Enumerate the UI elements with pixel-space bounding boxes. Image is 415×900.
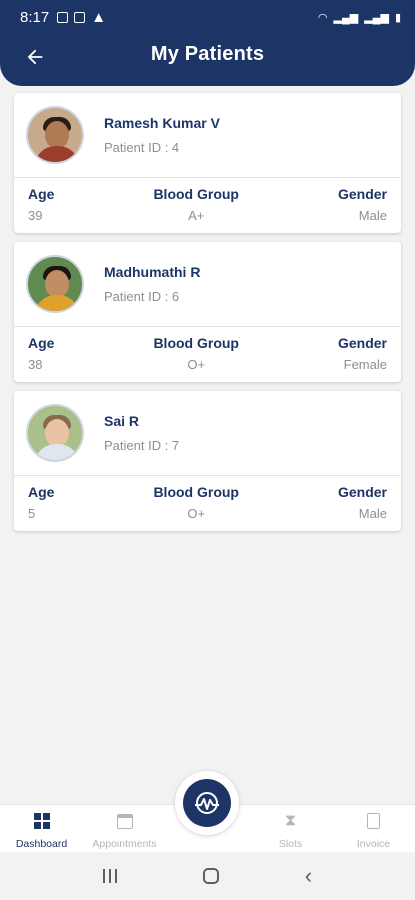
gender-label: Gender <box>337 484 387 500</box>
document-icon <box>367 813 380 829</box>
page-title: My Patients <box>150 42 265 65</box>
dashboard-grid-icon <box>33 813 50 829</box>
status-time: 8:17 <box>20 8 50 26</box>
blood-group-label: Blood Group <box>153 186 239 202</box>
patient-name: Ramesh Kumar V <box>104 115 220 131</box>
nav-dashboard[interactable]: Dashboard <box>0 805 83 852</box>
system-back-icon[interactable]: ‹ <box>305 863 312 889</box>
arrow-left-icon <box>27 49 43 65</box>
center-home-button[interactable] <box>175 771 239 835</box>
nav-dashboard-label: Dashboard <box>15 838 68 850</box>
patient-card[interactable]: Sai R Patient ID : 7 Age 5 Blood Group O… <box>14 391 401 531</box>
app-bar: My Patients <box>0 34 415 86</box>
battery-icon: ▮ <box>394 11 401 24</box>
app-logo-icon <box>195 792 219 814</box>
age-label: Age <box>28 484 55 500</box>
patient-id: Patient ID : 7 <box>104 438 180 453</box>
system-navigation-bar: ‹ <box>0 852 415 900</box>
gender-value: Male <box>358 208 387 223</box>
blood-group-label: Blood Group <box>153 335 239 351</box>
patient-name: Sai R <box>104 413 140 429</box>
age-value: 39 <box>28 208 43 223</box>
nav-slots[interactable]: ⧗ Slots <box>249 805 332 852</box>
patient-list: Ramesh Kumar V Patient ID : 4 Age 39 Blo… <box>14 93 401 540</box>
patient-name: Madhumathi R <box>104 264 201 280</box>
patient-id: Patient ID : 6 <box>104 289 180 304</box>
gender-label: Gender <box>337 335 387 351</box>
nav-invoice[interactable]: Invoice <box>332 805 415 852</box>
status-bar: 8:17 ▲ ◠ ▂▄▆ ▂▄▆ ▮ <box>0 0 415 34</box>
hourglass-icon: ⧗ <box>284 812 297 829</box>
nav-appointments[interactable]: Appointments <box>83 805 166 852</box>
avatar <box>26 106 84 164</box>
gallery-notification-icon <box>57 11 69 23</box>
avatar <box>26 255 84 313</box>
age-value: 5 <box>28 506 36 521</box>
signal-icon: ▂▄▆ <box>333 11 359 24</box>
gender-value: Male <box>358 506 387 521</box>
patient-id: Patient ID : 4 <box>104 140 180 155</box>
age-label: Age <box>28 335 55 351</box>
recent-apps-icon[interactable] <box>102 869 117 883</box>
home-icon[interactable] <box>202 868 219 884</box>
patient-card[interactable]: Madhumathi R Patient ID : 6 Age 38 Blood… <box>14 242 401 382</box>
nav-invoice-label: Invoice <box>356 838 391 850</box>
nav-appointments-label: Appointments <box>92 838 157 850</box>
wifi-icon: ◠ <box>317 11 328 24</box>
blood-group-value: O+ <box>187 357 206 372</box>
gender-value: Female <box>343 357 387 372</box>
gender-label: Gender <box>337 186 387 202</box>
calendar-icon <box>116 813 133 829</box>
warning-notification-icon: ▲ <box>91 8 107 26</box>
blood-group-value: A+ <box>188 208 205 223</box>
age-value: 38 <box>28 357 43 372</box>
nav-slots-label: Slots <box>278 838 303 850</box>
signal-2-icon: ▂▄▆ <box>364 11 389 24</box>
checkbox-notification-icon <box>74 11 86 23</box>
avatar <box>26 404 84 462</box>
blood-group-label: Blood Group <box>153 484 239 500</box>
age-label: Age <box>28 186 55 202</box>
blood-group-value: O+ <box>187 506 206 521</box>
back-button[interactable] <box>20 42 50 72</box>
patient-card[interactable]: Ramesh Kumar V Patient ID : 4 Age 39 Blo… <box>14 93 401 233</box>
